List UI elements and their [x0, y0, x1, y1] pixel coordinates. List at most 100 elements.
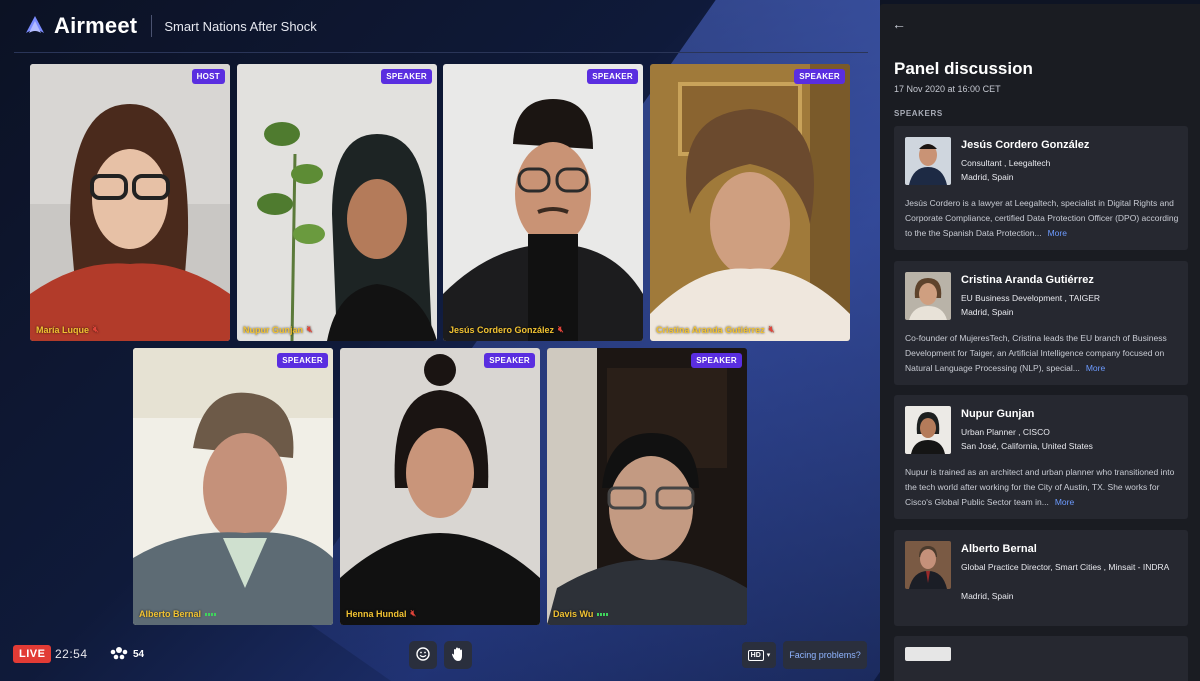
role-badge: SPEAKER	[484, 353, 535, 368]
speaker-name: Nupur Gunjan	[961, 408, 1035, 420]
attendee-count[interactable]: 54	[110, 646, 144, 663]
participant-name: Alberto Bernal	[139, 609, 217, 619]
raise-hand-icon	[451, 646, 465, 665]
airmeet-logo-icon	[24, 15, 46, 37]
video-tile-jesus-cordero[interactable]: SPEAKER Jesús Cordero González 🔇︎	[443, 64, 643, 341]
airmeet-logo[interactable]: Airmeet	[24, 13, 137, 39]
mic-muted-icon: 🔇︎	[558, 324, 564, 334]
speakers-heading: SPEAKERS	[894, 109, 943, 118]
video-tile-alberto-bernal[interactable]: SPEAKER Alberto Bernal	[133, 348, 333, 625]
participant-name: Jesús Cordero González 🔇︎	[449, 324, 564, 335]
name-label: Jesús Cordero González	[449, 324, 555, 335]
speaker-bio: Jesús Cordero is a lawyer at Leegaltech,…	[905, 196, 1181, 241]
audio-level-icon	[597, 612, 609, 616]
back-arrow-icon[interactable]: ←	[892, 16, 906, 32]
participant-name: Davis Wu	[553, 609, 609, 619]
video-feed	[237, 64, 437, 341]
video-tile-davis-wu[interactable]: SPEAKER Davis Wu	[547, 348, 747, 625]
speaker-location: Madrid, Spain	[961, 591, 1014, 601]
speaker-name: Alberto Bernal	[961, 543, 1037, 555]
role-badge: SPEAKER	[381, 69, 432, 84]
speaker-role: Consultant , Leegaltech	[961, 158, 1051, 168]
name-label: María Luque	[36, 324, 90, 335]
hd-label: HD	[747, 649, 764, 661]
speaker-bio-text: Co-founder of MujeresTech, Cristina lead…	[905, 333, 1167, 373]
role-badge: HOST	[191, 69, 225, 84]
name-label: Nupur Gunjan	[243, 324, 303, 335]
raise-hand-button[interactable]	[444, 641, 472, 669]
video-tile-nupur-gunjan[interactable]: SPEAKER Nupur Gunjan 🔇︎	[237, 64, 437, 341]
speaker-card[interactable]: Cristina Aranda Gutiérrez EU Business De…	[894, 261, 1188, 385]
speaker-avatar	[905, 406, 951, 454]
speaker-role: Urban Planner , CISCO	[961, 427, 1050, 437]
session-timer: 22:54	[55, 647, 88, 661]
role-badge: SPEAKER	[691, 353, 742, 368]
video-feed	[133, 348, 333, 625]
name-label: Cristina Aranda Gutiérrez	[656, 324, 765, 335]
role-badge: SPEAKER	[277, 353, 328, 368]
more-link[interactable]: More	[1086, 363, 1105, 373]
video-feed	[547, 348, 747, 625]
more-link[interactable]: More	[1048, 228, 1067, 238]
attendee-count-value: 54	[133, 649, 145, 660]
speaker-bio-text: Nupur is trained as an architect and urb…	[905, 467, 1175, 507]
stage: Airmeet Smart Nations After Shock HOST M…	[0, 0, 880, 681]
mic-muted-icon: 🔇︎	[410, 608, 417, 618]
mic-muted-icon: 🔇︎	[93, 324, 99, 334]
speaker-card[interactable]: Nupur Gunjan Urban Planner , CISCO San J…	[894, 395, 1188, 519]
session-title: Panel discussion	[894, 59, 1033, 78]
people-icon	[110, 646, 128, 663]
speaker-avatar	[905, 647, 951, 661]
reaction-button[interactable]	[409, 641, 437, 669]
participant-name: Cristina Aranda Gutiérrez 🔇︎	[656, 324, 774, 335]
speaker-role: EU Business Development , TAIGER	[961, 293, 1101, 303]
quality-selector[interactable]: HD ▾	[742, 642, 776, 668]
speaker-name: Cristina Aranda Gutiérrez	[961, 274, 1094, 286]
speaker-location: Madrid, Spain	[961, 172, 1014, 182]
speaker-card[interactable]	[894, 636, 1188, 681]
speaker-bio-text: Jesús Cordero is a lawyer at Leegaltech,…	[905, 198, 1179, 238]
chevron-down-icon: ▾	[766, 652, 771, 659]
role-badge: SPEAKER	[794, 69, 845, 84]
speaker-avatar	[905, 541, 951, 589]
participant-name: Nupur Gunjan 🔇︎	[243, 324, 313, 335]
speaker-bio: Nupur is trained as an architect and urb…	[905, 465, 1181, 510]
bottom-bar: LIVE 22:54 54 HD ▾ Facing problems?	[0, 630, 880, 681]
name-label: Davis Wu	[553, 609, 594, 619]
event-title: Smart Nations After Shock	[164, 18, 317, 34]
speaker-role: Global Practice Director, Smart Cities ,…	[961, 562, 1170, 572]
audio-level-icon	[205, 612, 217, 616]
name-label: Henna Hundal	[346, 608, 407, 619]
speaker-location: Madrid, Spain	[961, 307, 1014, 317]
name-label: Alberto Bernal	[139, 609, 202, 619]
video-feed	[340, 348, 540, 625]
speaker-location: San José, California, United States	[961, 441, 1093, 451]
role-badge: SPEAKER	[587, 69, 638, 84]
participant-name: Henna Hundal 🔇︎	[346, 608, 416, 619]
session-panel: ← Panel discussion 17 Nov 2020 at 16:00 …	[880, 4, 1200, 681]
video-tile-maria-luque[interactable]: HOST María Luque 🔇︎	[30, 64, 230, 341]
mic-muted-icon: 🔇︎	[307, 324, 313, 334]
more-link[interactable]: More	[1055, 497, 1074, 507]
speaker-card[interactable]: Alberto Bernal Global Practice Director,…	[894, 530, 1188, 626]
speaker-name: Jesús Cordero González	[961, 139, 1090, 151]
session-date: 17 Nov 2020 at 16:00 CET	[894, 84, 1001, 94]
speaker-avatar	[905, 137, 951, 185]
speaker-card[interactable]: Jesús Cordero González Consultant , Leeg…	[894, 126, 1188, 250]
logo-text: Airmeet	[54, 13, 138, 38]
speaker-bio: Co-founder of MujeresTech, Cristina lead…	[905, 331, 1181, 376]
video-feed	[443, 64, 643, 341]
video-feed	[30, 64, 230, 341]
facing-problems-button[interactable]: Facing problems?	[783, 641, 867, 669]
smiley-icon	[416, 646, 430, 664]
top-bar: Airmeet Smart Nations After Shock	[0, 0, 880, 52]
live-badge: LIVE	[13, 645, 52, 663]
header-divider	[151, 15, 153, 37]
mic-muted-icon: 🔇︎	[768, 324, 775, 334]
speaker-avatar	[905, 272, 951, 320]
video-tile-henna-hundal[interactable]: SPEAKER Henna Hundal 🔇︎	[340, 348, 540, 625]
video-tile-cristina-aranda[interactable]: SPEAKER Cristina Aranda Gutiérrez 🔇︎	[650, 64, 850, 341]
header-rule	[14, 52, 868, 53]
participant-name: María Luque 🔇︎	[36, 324, 99, 335]
video-feed	[650, 64, 850, 341]
